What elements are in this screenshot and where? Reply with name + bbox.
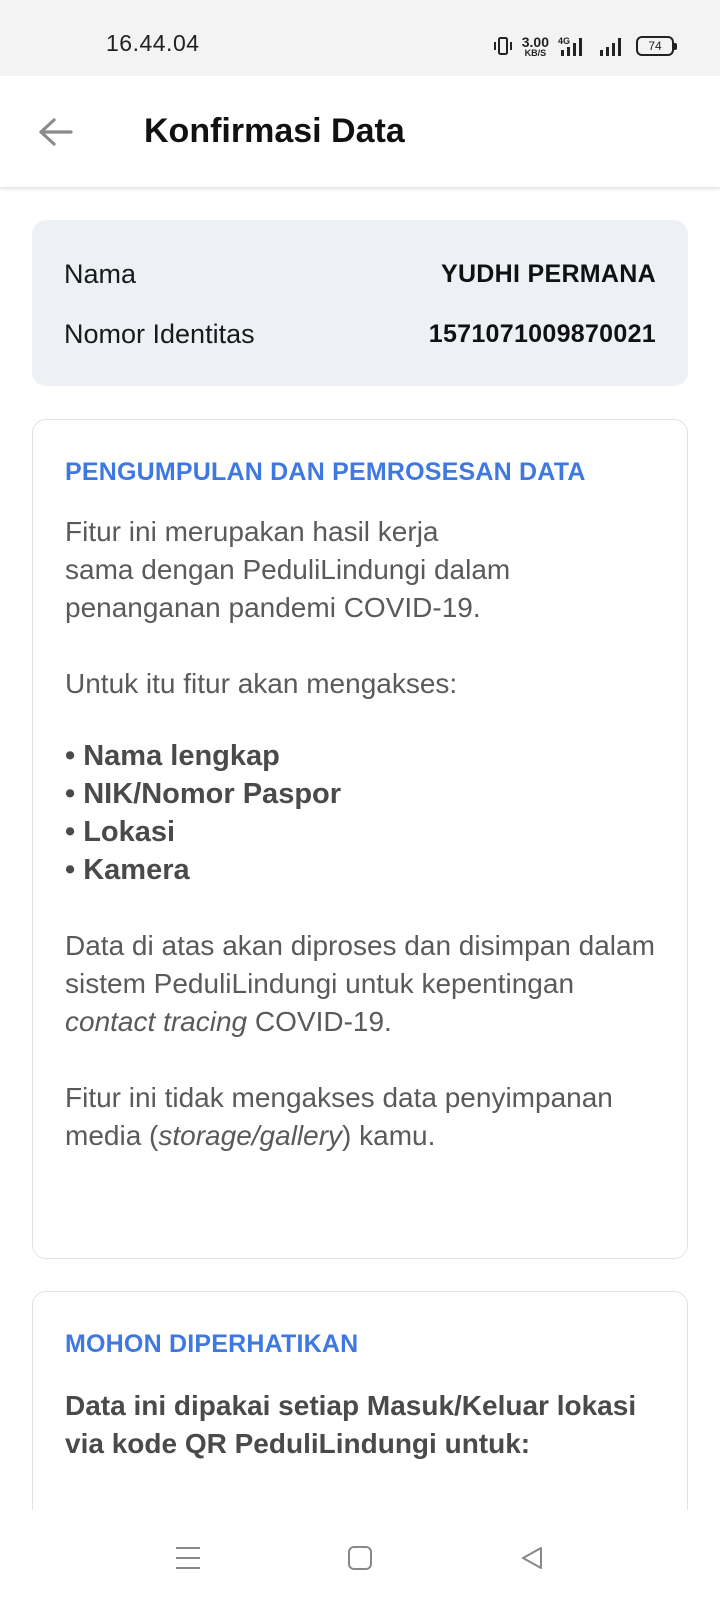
network-speed-value: 3.00 bbox=[521, 33, 549, 50]
list-item: Kamera bbox=[65, 851, 655, 889]
signal-icon bbox=[600, 38, 621, 56]
intro-line-2: sama dengan PeduliLindungi dalam penanga… bbox=[65, 554, 511, 623]
storage-text-italic: storage/gallery bbox=[158, 1120, 343, 1151]
processing-text-start: Data di atas akan diproses dan disimpan … bbox=[65, 930, 655, 999]
intro-paragraph: Fitur ini merupakan hasil kerja sama den… bbox=[65, 513, 655, 627]
name-value: YUDHI PERMANA bbox=[440, 259, 656, 288]
storage-text-end: ) kamu. bbox=[342, 1120, 436, 1151]
app-header: Konfirmasi Data bbox=[0, 76, 720, 188]
name-row: Nama YUDHI PERMANA bbox=[64, 244, 656, 304]
nav-menu-button[interactable] bbox=[168, 1540, 208, 1576]
battery-level: 74 bbox=[648, 39, 662, 53]
id-number-row: Nomor Identitas 1571071009870021 bbox=[64, 304, 656, 364]
battery-icon: 74 bbox=[636, 36, 677, 56]
list-item: Lokasi bbox=[65, 813, 655, 851]
data-collection-heading: PENGUMPULAN DAN PEMROSESAN DATA bbox=[65, 458, 586, 486]
network-type-label: 4G bbox=[558, 36, 570, 46]
home-icon bbox=[348, 1546, 372, 1570]
nav-back-button[interactable] bbox=[512, 1540, 552, 1576]
network-speed: 3.00 KB/S bbox=[522, 35, 549, 58]
storage-paragraph: Fitur ini tidak mengakses data penyimpan… bbox=[65, 1079, 655, 1155]
list-item: NIK/Nomor Paspor bbox=[65, 775, 655, 813]
signal-4g-icon: 4G bbox=[558, 36, 582, 56]
identity-card: Nama YUDHI PERMANA Nomor Identitas 15710… bbox=[32, 220, 688, 386]
processing-text-italic: contact tracing bbox=[65, 1006, 248, 1037]
arrow-left-icon bbox=[39, 118, 73, 146]
notice-text: Data ini dipakai setiap Masuk/Keluar lok… bbox=[65, 1390, 637, 1459]
notice-heading: MOHON DIPERHATIKAN bbox=[65, 1330, 359, 1358]
id-number-label: Nomor Identitas bbox=[64, 318, 255, 349]
vibrate-icon bbox=[493, 37, 512, 55]
processing-paragraph: Data di atas akan diproses dan disimpan … bbox=[65, 927, 655, 1041]
back-triangle-icon bbox=[522, 1547, 542, 1569]
back-button[interactable] bbox=[30, 106, 82, 158]
list-item: Nama lengkap bbox=[65, 737, 655, 775]
navigation-bar bbox=[0, 1510, 720, 1600]
access-paragraph: Untuk itu fitur akan mengakses: bbox=[65, 668, 458, 699]
page-title: Konfirmasi Data bbox=[144, 112, 405, 150]
id-number-value: 1571071009870021 bbox=[428, 319, 656, 348]
nav-home-button[interactable] bbox=[340, 1540, 380, 1576]
network-speed-unit: KB/S bbox=[524, 47, 547, 58]
access-list: Nama lengkap NIK/Nomor Paspor Lokasi Kam… bbox=[65, 737, 655, 889]
intro-line-1: Fitur ini merupakan hasil kerja bbox=[65, 516, 439, 547]
status-time: 16.44.04 bbox=[106, 30, 200, 56]
status-bar: 16.44.04 3.00 KB/S 4G 74 bbox=[0, 0, 720, 76]
name-label: Nama bbox=[64, 258, 137, 289]
data-collection-card: PENGUMPULAN DAN PEMROSESAN DATA Fitur in… bbox=[32, 419, 688, 1259]
status-icons: 3.00 KB/S 4G 74 bbox=[493, 32, 677, 60]
processing-text-end: COVID-19. bbox=[247, 1006, 392, 1037]
menu-icon bbox=[176, 1547, 200, 1569]
